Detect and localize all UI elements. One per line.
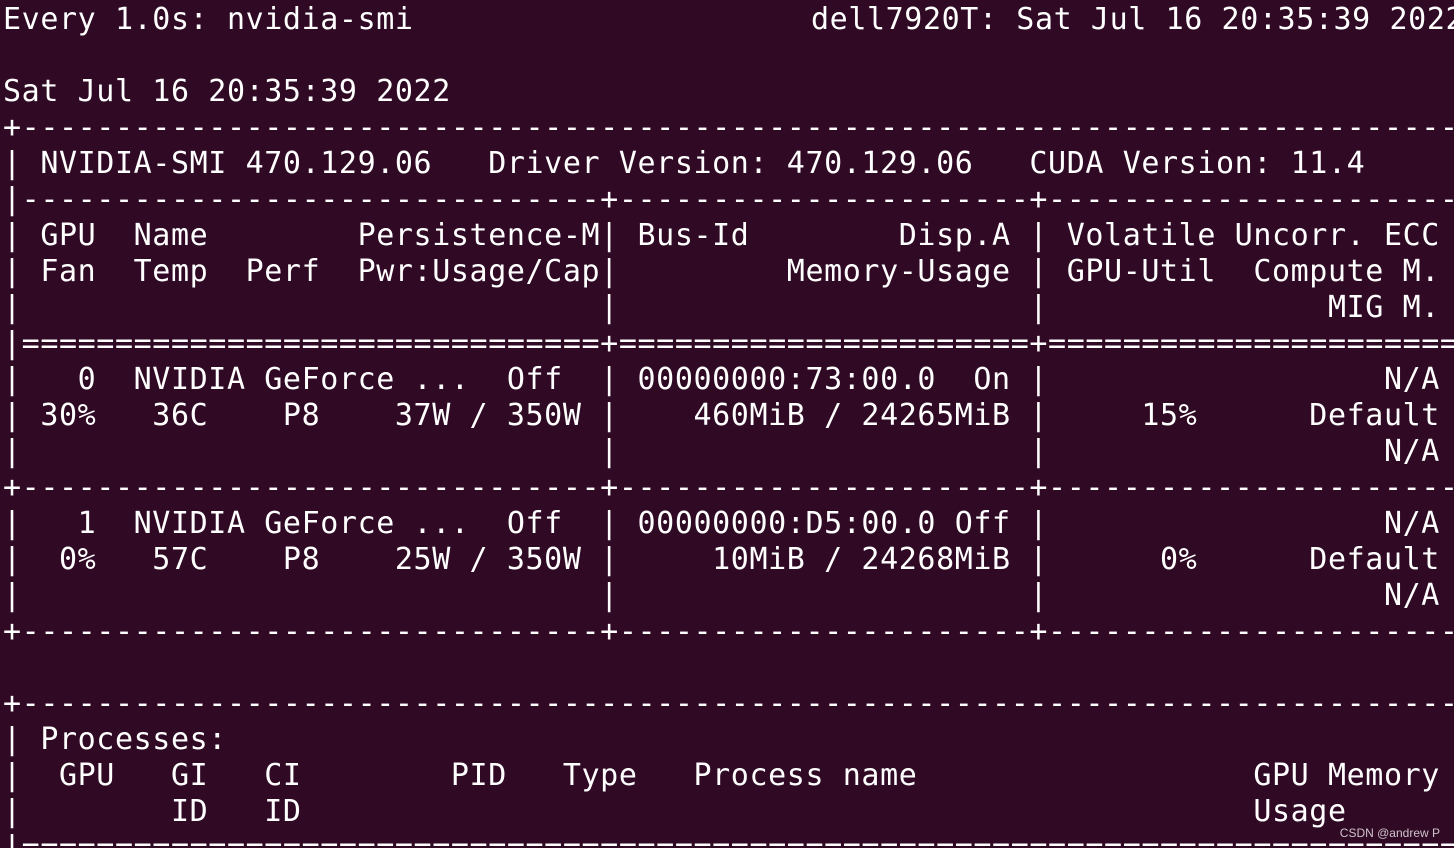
terminal-window[interactable]: Every 1.0s: nvidia-smi dell7920T: Sat Ju… xyxy=(0,0,1454,848)
gpu-header-row-1: | GPU Name Persistence-M| Bus-Id Disp.A … xyxy=(3,218,1454,253)
processes-border-top: +---------------------------------------… xyxy=(3,686,1454,721)
processes-header-separator: |=======================================… xyxy=(3,830,1454,848)
table-divider: |-------------------------------+-------… xyxy=(3,182,1454,217)
gpu-table-border-bottom: +-------------------------------+-------… xyxy=(3,614,1454,649)
gpu-header-separator: |===============================+=======… xyxy=(3,326,1454,361)
processes-header-row-2: | ID ID Usage | xyxy=(3,794,1454,829)
gpu-header-row-2: | Fan Temp Perf Pwr:Usage/Cap| Memory-Us… xyxy=(3,254,1454,289)
watch-host-timestamp: dell7920T: Sat Jul 16 20:35:39 2022 xyxy=(811,2,1454,37)
gpu-header-row-3: | | | MIG M. | xyxy=(3,290,1454,325)
processes-title-row: | Processes: | xyxy=(3,722,1454,757)
gpu-0-row-3: | | | N/A | xyxy=(3,434,1454,469)
gpu-0-row-2: | 30% 36C P8 37W / 350W | 460MiB / 24265… xyxy=(3,398,1454,433)
gpu-1-row-2: | 0% 57C P8 25W / 350W | 10MiB / 24268Mi… xyxy=(3,542,1454,577)
gpu-divider: +-------------------------------+-------… xyxy=(3,470,1454,505)
gpu-1-row-1: | 1 NVIDIA GeForce ... Off | 00000000:D5… xyxy=(3,506,1454,541)
watch-command-header: Every 1.0s: nvidia-smi xyxy=(3,2,414,37)
smi-version-row: | NVIDIA-SMI 470.129.06 Driver Version: … xyxy=(3,146,1454,181)
csdn-watermark: CSDN @andrew P xyxy=(1339,826,1440,840)
processes-header-row-1: | GPU GI CI PID Type Process name GPU Me… xyxy=(3,758,1454,793)
output-timestamp: Sat Jul 16 20:35:39 2022 xyxy=(3,74,451,109)
gpu-0-row-1: | 0 NVIDIA GeForce ... Off | 00000000:73… xyxy=(3,362,1454,397)
gpu-1-row-3: | | | N/A | xyxy=(3,578,1454,613)
table-border-top: +---------------------------------------… xyxy=(3,110,1454,145)
